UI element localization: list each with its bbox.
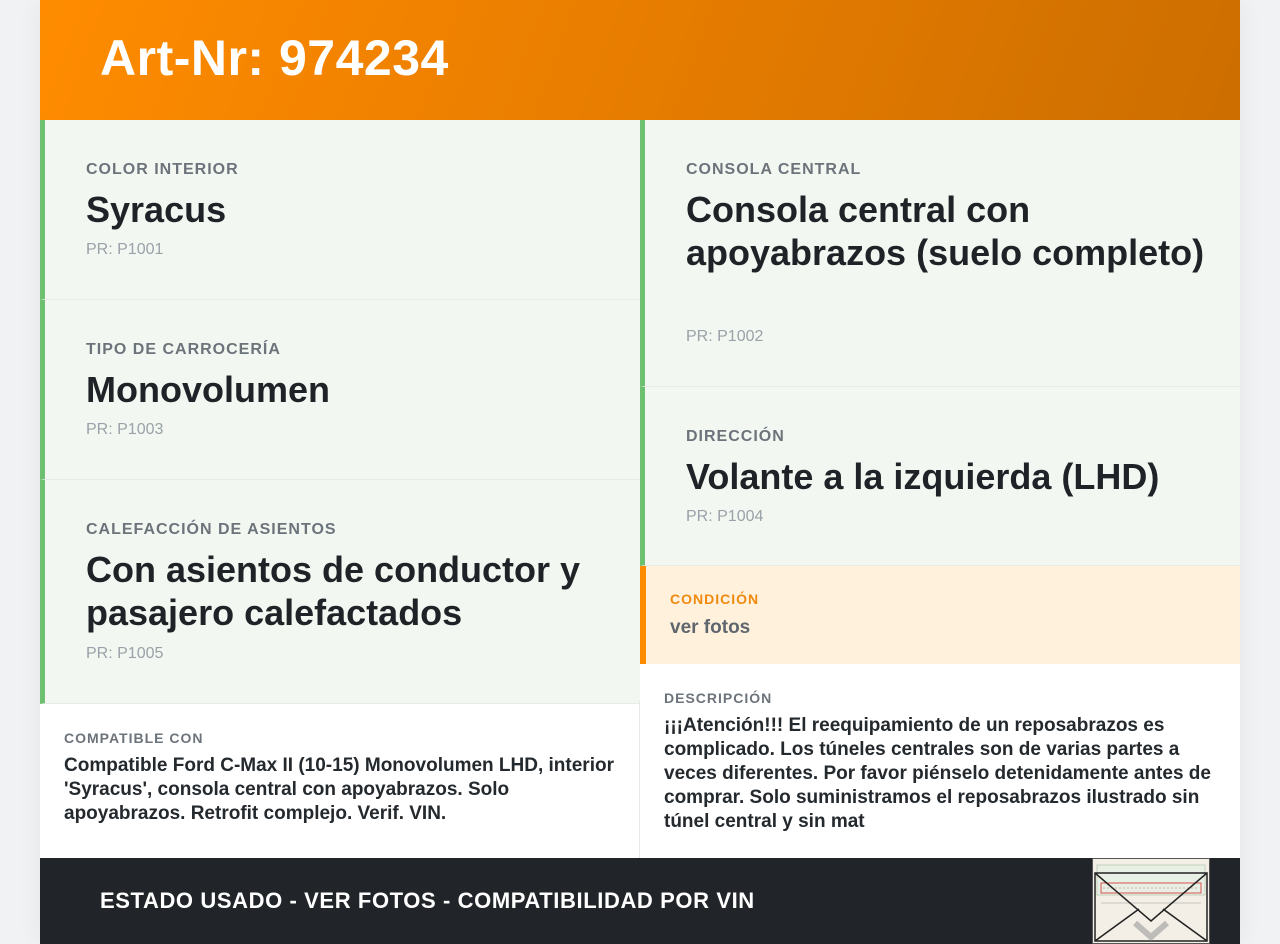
envelope-icon	[1093, 859, 1209, 943]
field-steering: DIRECCIÓN Volante a la izquierda (LHD) P…	[640, 387, 1240, 566]
field-interior-color: COLOR INTERIOR Syracus PR: P1001	[40, 120, 640, 300]
article-number-title: Art-Nr: 974234	[100, 30, 449, 86]
description-text: ¡¡¡Atención!!! El reequipamiento de un r…	[664, 715, 1211, 832]
product-card: Art-Nr: 974234 COLOR INTERIOR Syracus PR…	[40, 0, 1240, 944]
field-value: Con asientos de conductor y pasajero cal…	[86, 549, 581, 633]
field-pr-code: PR: P1003	[86, 421, 164, 438]
document-envelope-thumbnail-icon[interactable]	[1092, 858, 1210, 944]
field-pr-code: PR: P1004	[686, 508, 764, 525]
column-divider	[639, 700, 640, 858]
field-label: COLOR INTERIOR	[86, 161, 239, 178]
field-value: Syracus	[86, 189, 227, 230]
field-pr-code: PR: P1005	[86, 645, 164, 662]
condition-box: CONDICIÓN ver fotos	[640, 566, 1240, 664]
description-label: DESCRIPCIÓN	[664, 690, 773, 706]
field-pr-code: PR: P1002	[686, 328, 764, 345]
field-label: CALEFACCIÓN DE ASIENTOS	[86, 521, 337, 538]
field-label: CONSOLA CENTRAL	[686, 161, 862, 178]
header: Art-Nr: 974234	[40, 0, 1240, 120]
compatible-text: Compatible Ford C-Max II (10-15) Monovol…	[64, 755, 614, 824]
compatible-label: COMPATIBLE CON	[64, 730, 204, 746]
field-value: Volante a la izquierda (LHD)	[686, 456, 1160, 497]
field-seat-heating: CALEFACCIÓN DE ASIENTOS Con asientos de …	[40, 480, 640, 704]
footer-bar: ESTADO USADO - VER FOTOS - COMPATIBILIDA…	[40, 858, 1240, 944]
field-pr-code: PR: P1001	[86, 241, 164, 258]
condition-label: CONDICIÓN	[670, 591, 760, 607]
field-value: Monovolumen	[86, 369, 330, 410]
compatible-section: COMPATIBLE CON Compatible Ford C-Max II …	[40, 704, 640, 858]
description-section: DESCRIPCIÓN ¡¡¡Atención!!! El reequipami…	[640, 664, 1240, 858]
field-center-console: CONSOLA CENTRAL Consola central con apoy…	[640, 120, 1240, 387]
field-value: Consola central con apoyabrazos (suelo c…	[686, 189, 1205, 273]
condition-value: ver fotos	[670, 617, 751, 638]
field-label: TIPO DE CARROCERÍA	[86, 341, 281, 358]
footer-note: ESTADO USADO - VER FOTOS - COMPATIBILIDA…	[100, 888, 755, 913]
field-label: DIRECCIÓN	[686, 428, 785, 445]
field-body-type: TIPO DE CARROCERÍA Monovolumen PR: P1003	[40, 300, 640, 480]
